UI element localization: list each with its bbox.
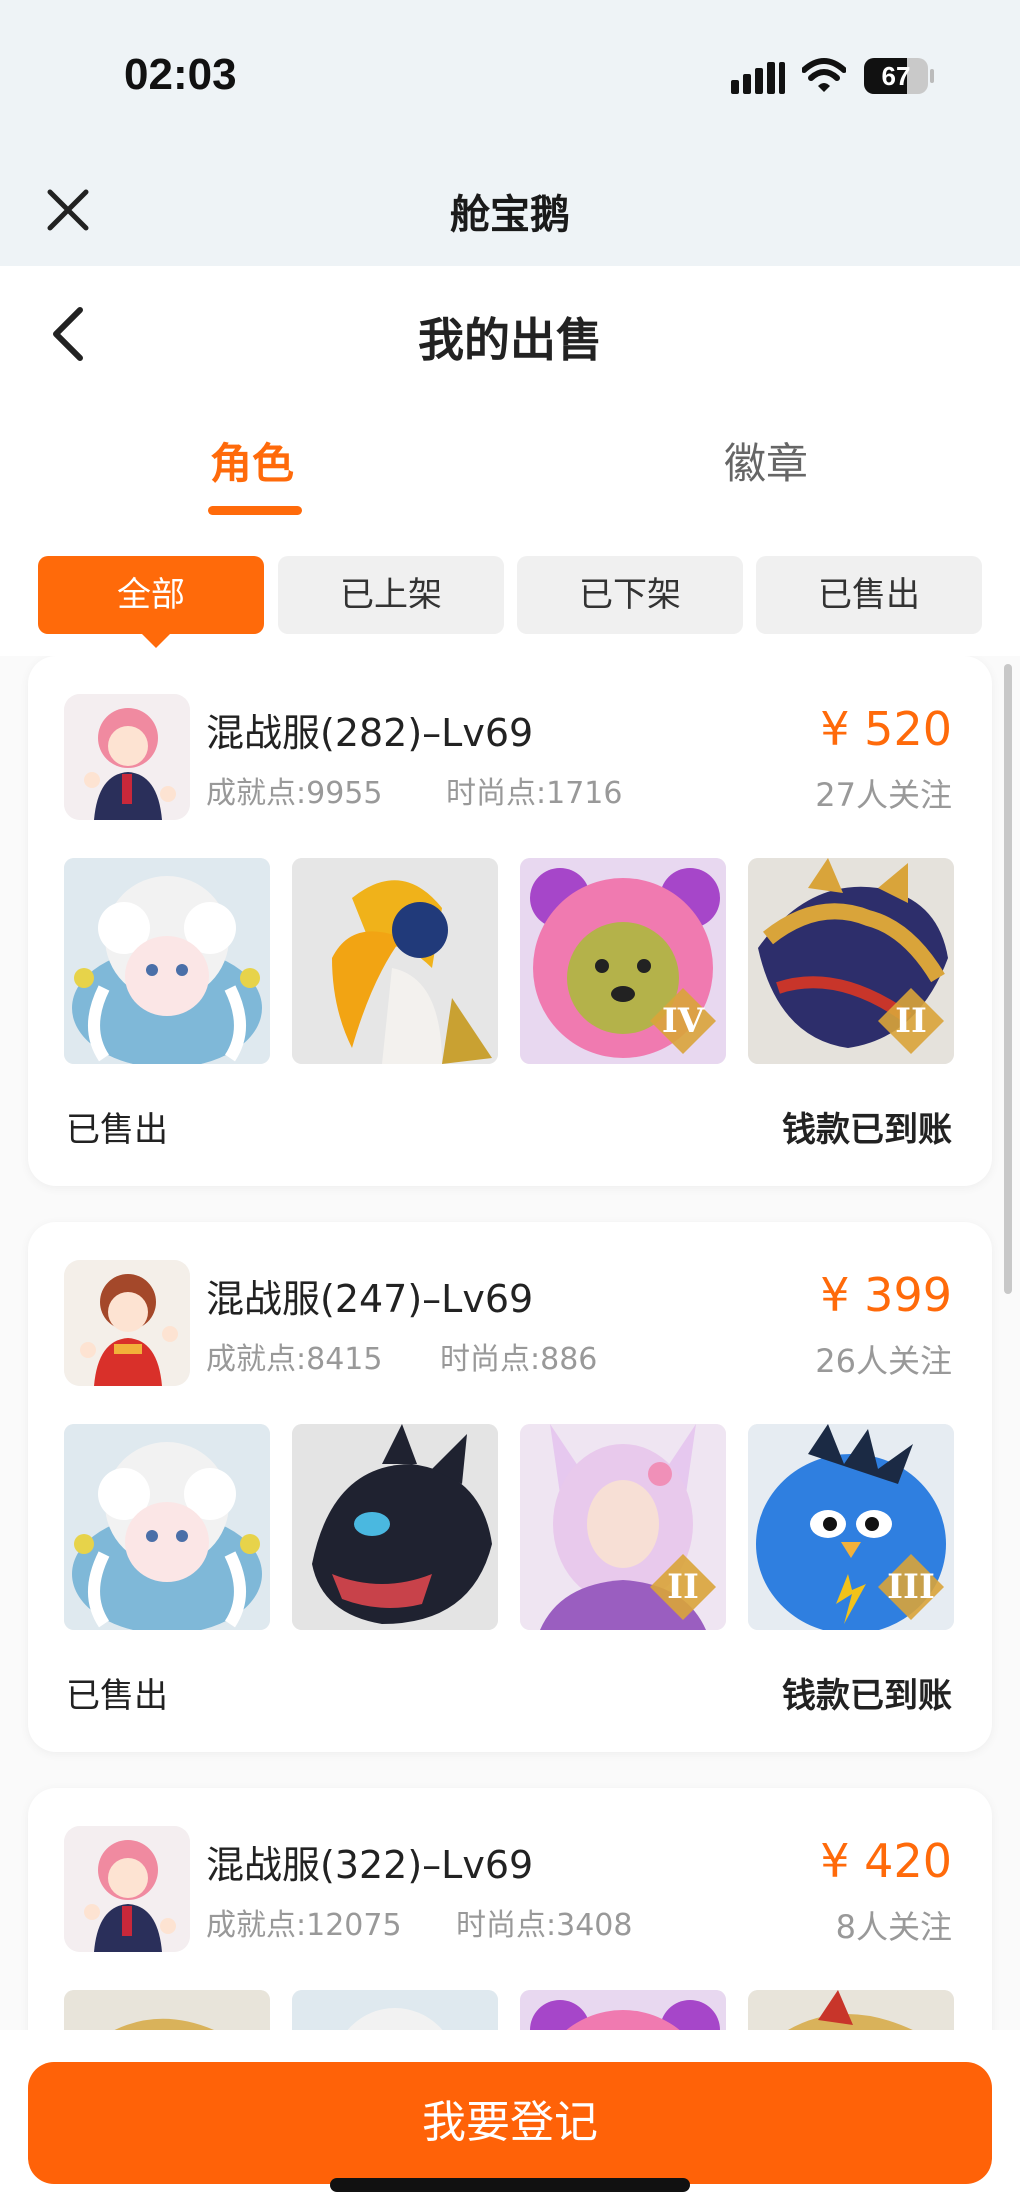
item-thumbnail: II xyxy=(520,1424,726,1630)
server-name: 混战服(282)–Lv69 xyxy=(206,711,534,755)
item-thumbnail xyxy=(64,1424,270,1630)
achievement-points: 成就点:9955 xyxy=(206,776,383,811)
tab-active-indicator xyxy=(208,506,302,515)
wifi-icon xyxy=(802,58,846,92)
payment-status: 钱款已到账 xyxy=(782,1676,952,1716)
home-indicator xyxy=(330,2178,690,2192)
follower-count: 27人关注 xyxy=(815,776,952,814)
listing-card[interactable]: 混战服(322)–Lv69 成就点:12075 时尚点:3408 ¥ 420 8… xyxy=(28,1788,992,2030)
top-bar: 02:03 67 舱宝鹅 xyxy=(0,0,1020,266)
rank-badge: II xyxy=(876,986,946,1056)
battery-icon: 67 xyxy=(864,58,934,94)
price: ¥ 520 xyxy=(820,702,952,756)
server-name: 混战服(247)–Lv69 xyxy=(206,1277,534,1321)
tab-badge[interactable]: 徽章 xyxy=(724,430,808,491)
price: ¥ 420 xyxy=(820,1834,952,1888)
item-thumbnail: IV xyxy=(520,858,726,1064)
item-thumbnail xyxy=(64,1990,270,2030)
register-button[interactable]: 我要登记 xyxy=(28,2062,992,2184)
item-thumbnail xyxy=(748,1990,954,2030)
item-thumbnail xyxy=(520,1990,726,2030)
character-avatar xyxy=(64,1260,190,1386)
battery-level: 67 xyxy=(881,61,911,91)
listing-card[interactable]: 混战服(247)–Lv69 成就点:8415 时尚点:886 ¥ 399 26人… xyxy=(28,1222,992,1752)
page-title: 我的出售 xyxy=(418,313,602,367)
server-name: 混战服(322)–Lv69 xyxy=(206,1843,534,1887)
item-thumbnail: III xyxy=(748,1424,954,1630)
item-thumbnail xyxy=(64,858,270,1064)
fashion-points: 时尚点:1716 xyxy=(446,776,623,811)
filter-listed[interactable]: 已上架 xyxy=(278,556,504,634)
scrollbar[interactable] xyxy=(1004,664,1012,1294)
filter-delisted[interactable]: 已下架 xyxy=(517,556,743,634)
listing-card[interactable]: 混战服(282)–Lv69 成就点:9955 时尚点:1716 ¥ 520 27… xyxy=(28,656,992,1186)
price: ¥ 399 xyxy=(820,1268,952,1322)
item-thumbnail xyxy=(292,1424,498,1630)
cellular-signal-icon xyxy=(731,62,785,94)
sale-status: 已售出 xyxy=(66,1676,168,1716)
status-time: 02:03 xyxy=(124,50,237,99)
filter-sold[interactable]: 已售出 xyxy=(756,556,982,634)
fashion-points: 时尚点:3408 xyxy=(456,1908,633,1943)
item-thumbnail xyxy=(292,1990,498,2030)
sale-status: 已售出 xyxy=(66,1110,168,1150)
character-avatar xyxy=(64,1826,190,1952)
achievement-points: 成就点:8415 xyxy=(206,1342,383,1377)
follower-count: 8人关注 xyxy=(835,1908,952,1946)
achievement-points: 成就点:12075 xyxy=(206,1908,402,1943)
fashion-points: 时尚点:886 xyxy=(440,1342,598,1377)
app-title: 舱宝鹅 xyxy=(450,192,570,238)
item-thumbnail: II xyxy=(748,858,954,1064)
rank-badge: III xyxy=(876,1552,946,1622)
filter-all[interactable]: 全部 xyxy=(38,556,264,648)
page-header: 我的出售 xyxy=(0,266,1020,396)
tab-role[interactable]: 角色 xyxy=(210,430,294,491)
listing-list[interactable]: 混战服(282)–Lv69 成就点:9955 时尚点:1716 ¥ 520 27… xyxy=(0,656,1020,2030)
rank-badge: IV xyxy=(648,986,718,1056)
follower-count: 26人关注 xyxy=(815,1342,952,1380)
payment-status: 钱款已到账 xyxy=(782,1110,952,1150)
rank-badge: II xyxy=(648,1552,718,1622)
character-avatar xyxy=(64,694,190,820)
item-thumbnail xyxy=(292,858,498,1064)
